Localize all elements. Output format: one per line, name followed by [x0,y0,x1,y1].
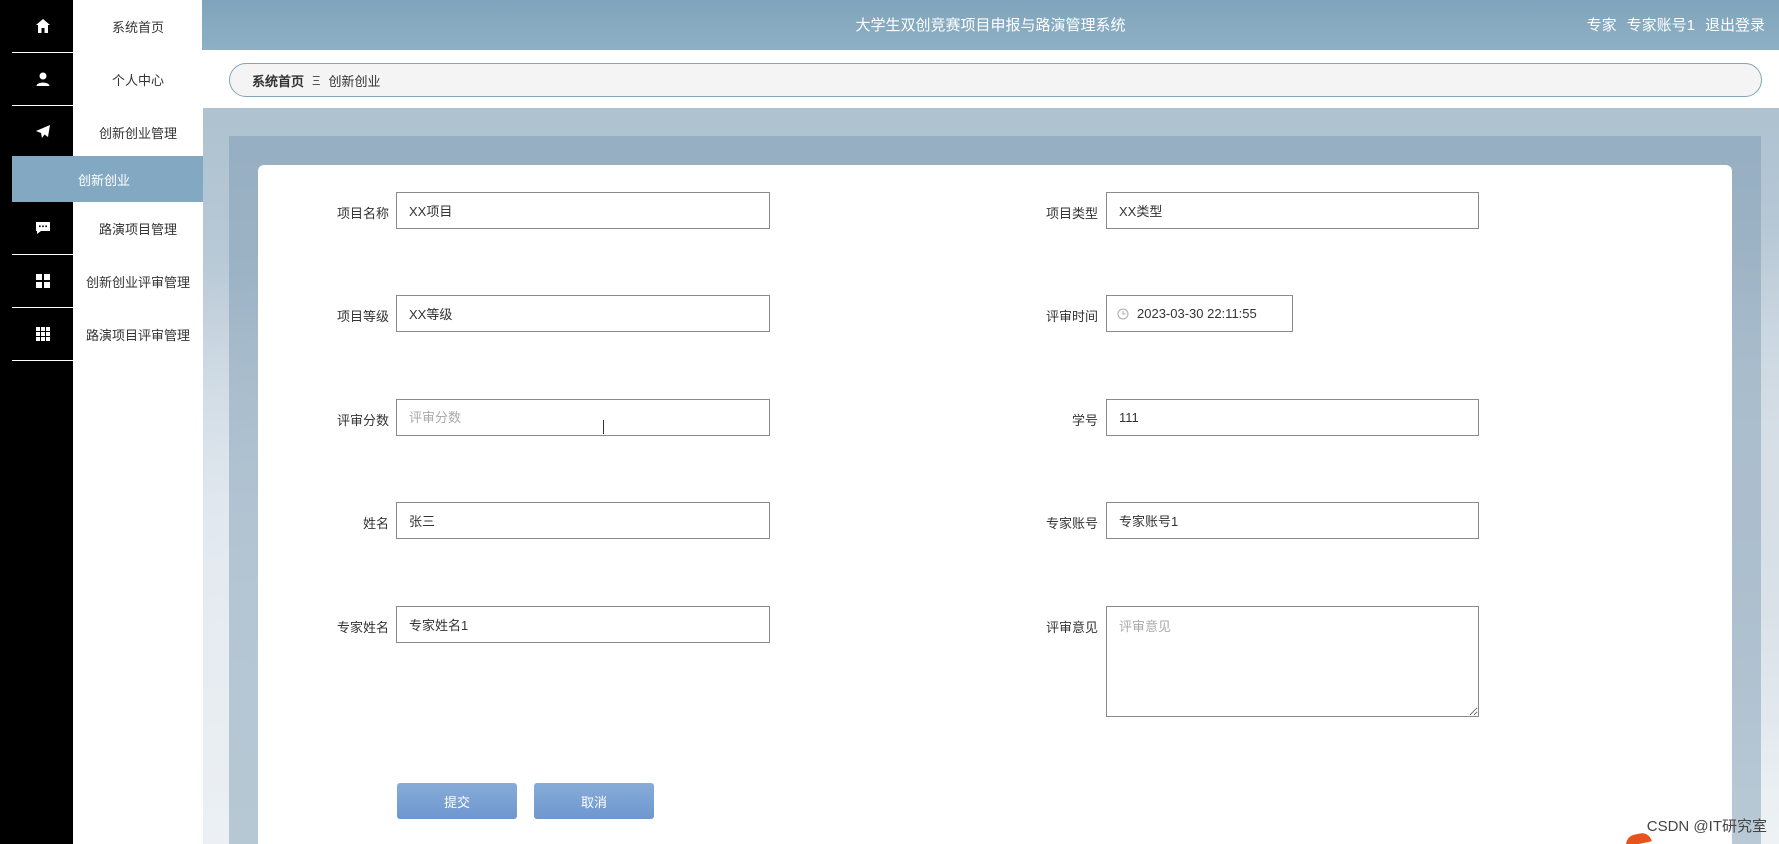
student-id-input[interactable] [1106,399,1479,436]
name-label: 姓名 [362,516,389,531]
sidebar-item-label: 创新创业管理 [98,126,177,141]
watermark: CSDN @IT研究室 [1646,818,1767,835]
logout-button[interactable]: 退出登录 [1705,14,1765,35]
chat-icon[interactable] [12,202,73,255]
cancel-button[interactable]: 取消 [534,783,654,819]
review-time-picker[interactable]: 2023-03-30 22:11:55 [1106,295,1293,332]
sidebar-item-roadshow-review[interactable]: 路演项目评审管理 [73,308,203,361]
breadcrumb: 系统首页 Ξ 创新创业 [229,63,1762,97]
top-header: 大学生双创竞赛项目申报与路演管理系统 专家 专家账号1 退出登录 [202,0,1779,50]
sidebar-item-label: 创新创业 [78,172,131,188]
sidebar-item-label: 系统首页 [111,20,164,35]
sidebar-menu: 系统首页 个人中心 创新创业管理 路演项目管理 创新创业评审管理 路演项目评审管… [73,0,203,844]
icon-rail [0,0,73,844]
apps-icon[interactable] [12,308,73,361]
review-opinion-label: 评审意见 [1045,620,1098,635]
review-time-label: 评审时间 [1045,309,1098,324]
project-type-label: 项目类型 [1045,206,1098,221]
sidebar-item-label: 个人中心 [111,73,164,88]
sidebar-item-roadshow-management[interactable]: 路演项目管理 [73,202,203,255]
user-role: 专家 [1586,17,1617,34]
name-input[interactable] [396,502,770,539]
project-level-input[interactable] [396,295,770,332]
sidebar-item-home[interactable]: 系统首页 [73,0,203,53]
student-id-label: 学号 [1071,413,1098,428]
sidebar-item-label: 路演项目评审管理 [85,328,190,343]
text-cursor-icon [603,420,611,434]
project-type-input[interactable] [1106,192,1479,229]
project-level-label: 项目等级 [336,309,389,324]
review-score-label: 评审分数 [336,413,389,428]
user-account: 专家账号1 [1626,17,1695,34]
breadcrumb-separator: Ξ [312,72,321,88]
sidebar-item-personal-center[interactable]: 个人中心 [73,53,203,106]
sidebar-item-innovation-review[interactable]: 创新创业评审管理 [73,255,203,308]
project-name-label: 项目名称 [336,206,389,221]
clock-icon [1117,308,1129,319]
send-icon[interactable] [12,106,73,159]
expert-name-input[interactable] [396,606,770,643]
expert-name-label: 专家姓名 [336,620,389,635]
sidebar-item-innovation-management[interactable]: 创新创业管理 [73,106,203,159]
breadcrumb-home[interactable]: 系统首页 [252,71,304,90]
sidebar-item-label: 创新创业评审管理 [85,275,190,290]
review-opinion-textarea[interactable] [1106,606,1479,717]
grid-icon[interactable] [12,255,73,308]
sidebar-item-label: 路演项目管理 [98,222,177,237]
page-title: 大学生双创竞赛项目申报与路演管理系统 [855,17,1126,34]
project-name-input[interactable] [396,192,770,229]
sidebar-item-innovation-active[interactable]: 创新创业 [12,156,203,202]
user-icon[interactable] [12,53,73,106]
expert-account-input[interactable] [1106,502,1479,539]
submit-button[interactable]: 提交 [397,783,517,819]
review-score-input[interactable] [396,399,770,436]
breadcrumb-current: 创新创业 [328,73,381,89]
expert-account-label: 专家账号 [1045,516,1098,531]
review-time-value: 2023-03-30 22:11:55 [1137,306,1257,321]
user-info: 专家 专家账号1 退出登录 [1587,14,1765,35]
home-icon[interactable] [12,0,73,53]
breadcrumb-bar: 系统首页 Ξ 创新创业 [202,50,1779,108]
